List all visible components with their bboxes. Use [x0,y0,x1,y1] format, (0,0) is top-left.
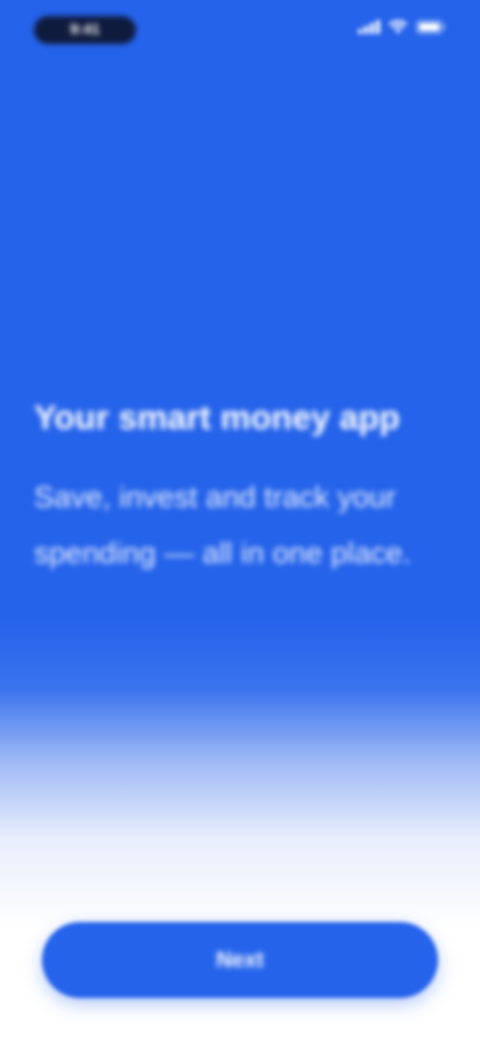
signal-icon [358,20,380,34]
status-time: 9:41 [34,16,136,44]
wifi-icon [388,20,408,34]
battery-icon [416,20,446,34]
next-button-label: Next [216,947,264,972]
onboarding-screen: 9:41 Your smart money app Save, invest a… [0,0,480,1040]
onboarding-title: Your smart money app [34,399,400,437]
next-button[interactable]: Next [42,922,438,998]
status-icons [358,20,446,34]
onboarding-subtitle: Save, invest and track your spending — a… [34,481,411,570]
status-bar: 9:41 [0,0,480,60]
onboarding-copy: Your smart money app Save, invest and tr… [34,392,446,582]
